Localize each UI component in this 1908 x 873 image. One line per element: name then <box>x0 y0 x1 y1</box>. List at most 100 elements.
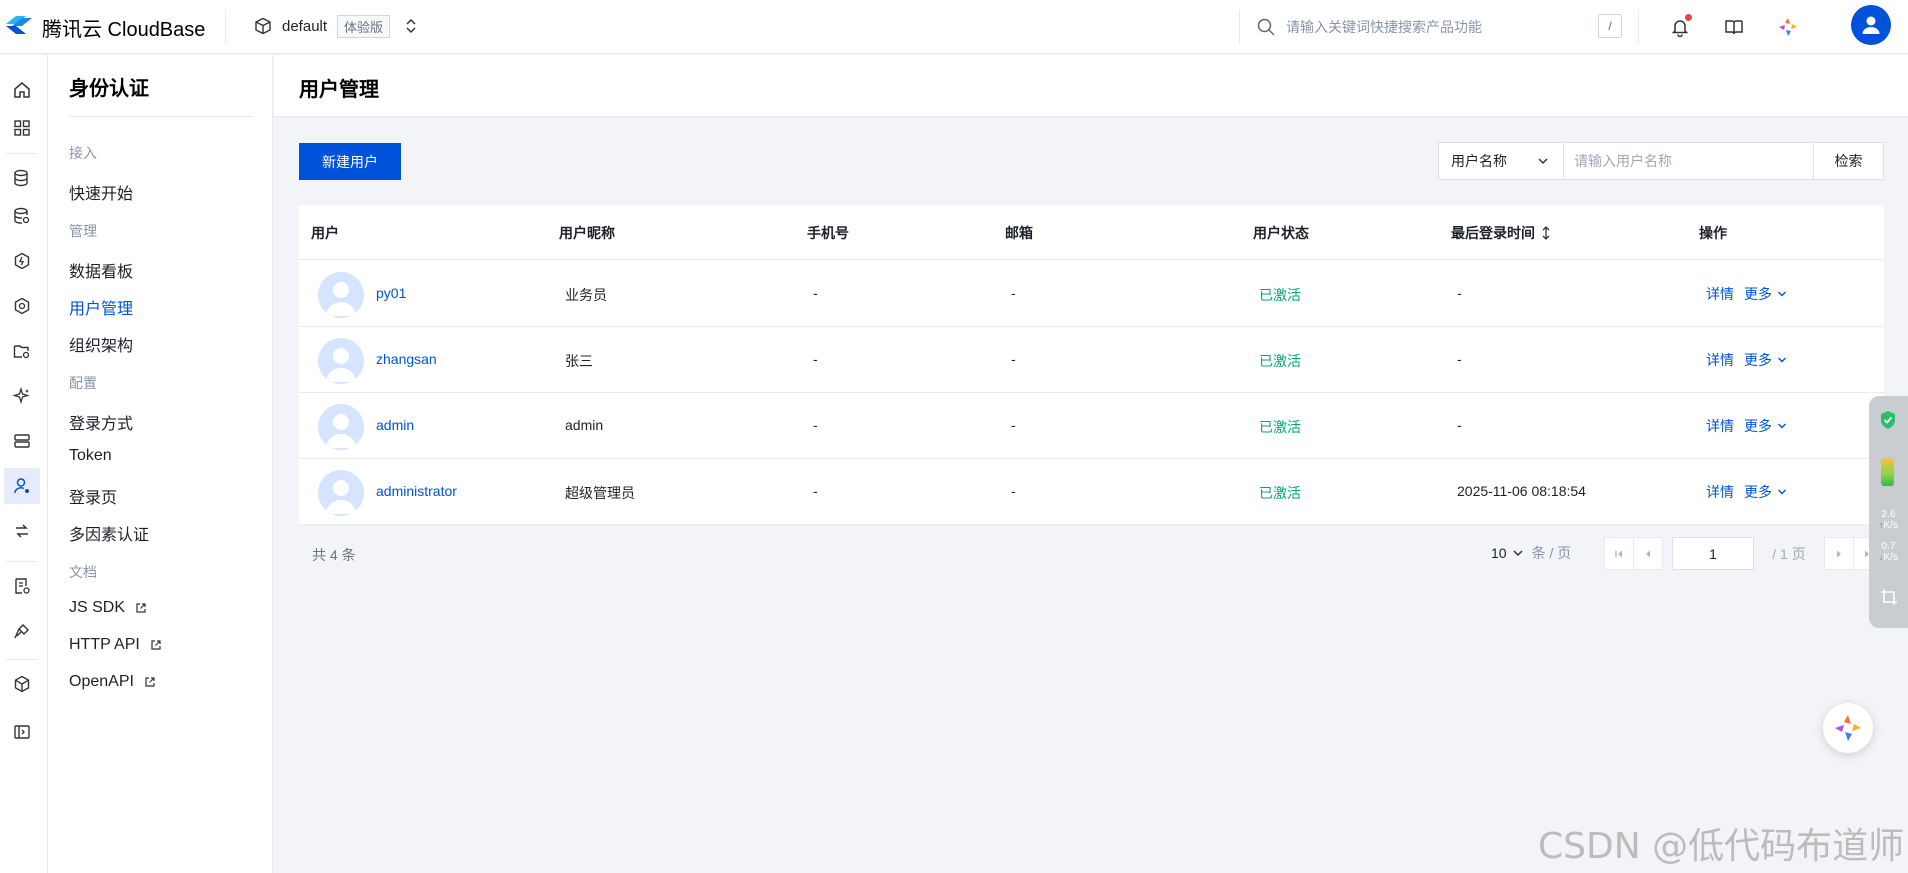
avatar <box>318 404 364 450</box>
first-page-button[interactable] <box>1604 537 1634 570</box>
global-search-input[interactable] <box>1286 19 1586 35</box>
notification-button[interactable] <box>1666 13 1694 41</box>
more-dropdown[interactable]: 更多 <box>1744 284 1787 304</box>
sidebar-item-login-methods[interactable]: 登录方式 <box>69 410 133 434</box>
rail-functions[interactable] <box>4 243 40 279</box>
upload-rate-unit: K/s <box>1883 520 1898 531</box>
sidebar-item-dashboard[interactable]: 数据看板 <box>69 258 133 282</box>
sidebar-item-login-page[interactable]: 登录页 <box>69 484 117 508</box>
more-dropdown[interactable]: 更多 <box>1744 482 1787 502</box>
sidebar-item-mfa[interactable]: 多因素认证 <box>69 521 149 545</box>
grid-icon <box>14 120 30 136</box>
nickname-cell: 超级管理员 <box>565 485 635 501</box>
rail-collapse[interactable] <box>4 714 40 750</box>
chevron-down-icon <box>1778 291 1786 297</box>
pagination: / 1 页 <box>1604 537 1883 570</box>
column-header-last-login[interactable]: 最后登录时间 <box>1451 223 1551 243</box>
sidebar-item-http-api[interactable]: HTTP API <box>69 636 162 654</box>
sidebar-item-js-sdk[interactable]: JS SDK <box>69 599 147 617</box>
status-badge: 已激活 <box>1259 419 1301 435</box>
user-avatar-button[interactable] <box>1851 5 1891 45</box>
detail-link[interactable]: 详情 <box>1706 482 1734 502</box>
user-name-link[interactable]: administrator <box>376 483 457 499</box>
email-cell: - <box>1011 483 1016 499</box>
brand-name[interactable]: 腾讯云 CloudBase <box>42 13 205 42</box>
watermark: CSDN @低代码布道师 <box>1538 826 1905 867</box>
last-login-cell: - <box>1457 285 1462 301</box>
ai-assistant-icon <box>1835 715 1861 741</box>
rail-hosting[interactable] <box>4 423 40 459</box>
prev-page-button[interactable] <box>1633 537 1663 570</box>
sidebar-item-organization[interactable]: 组织架构 <box>69 332 133 356</box>
nickname-cell: admin <box>565 417 604 433</box>
search-icon <box>1257 18 1275 36</box>
rail-cloud-storage[interactable] <box>4 333 40 369</box>
next-page-button[interactable] <box>1824 537 1854 570</box>
more-dropdown[interactable]: 更多 <box>1744 416 1787 436</box>
docs-button[interactable] <box>1720 13 1748 41</box>
rail-logs[interactable] <box>4 568 40 604</box>
caret-right-icon <box>1837 550 1841 557</box>
row-actions: 详情 更多 <box>1706 482 1787 502</box>
rail-database[interactable] <box>4 160 40 196</box>
sidebar-item-token[interactable]: Token <box>69 447 112 465</box>
global-search[interactable] <box>1240 8 1634 46</box>
rail-storage-db[interactable] <box>4 198 40 234</box>
ai-assistant-button[interactable] <box>1774 13 1802 41</box>
rail-settings[interactable] <box>4 666 40 702</box>
top-bar: 腾讯云 CloudBase default 体验版 / <box>0 0 1908 54</box>
more-dropdown[interactable]: 更多 <box>1744 350 1787 370</box>
divider <box>225 10 226 44</box>
email-cell: - <box>1011 351 1016 367</box>
table-row: zhangsan 张三 - - 已激活 - 详情 更多 <box>299 327 1884 393</box>
rail-cloudrun[interactable] <box>4 288 40 324</box>
download-rate-value: 0.7 <box>1881 541 1896 552</box>
sidebar-item-openapi[interactable]: OpenAPI <box>69 673 156 691</box>
sort-icon[interactable] <box>1541 226 1551 240</box>
sidebar-item-quick-start[interactable]: 快速开始 <box>69 180 133 204</box>
filter-field-select[interactable]: 用户名称 <box>1439 143 1564 179</box>
chevron-down-icon <box>1538 158 1548 165</box>
page-size-select[interactable]: 10 条 / 页 <box>1491 543 1571 563</box>
username-search-input[interactable] <box>1564 143 1813 179</box>
group-label-manage: 管理 <box>69 223 97 239</box>
rail-overview[interactable] <box>4 110 40 146</box>
screenshot-icon[interactable] <box>1880 588 1898 606</box>
cloudbase-logo[interactable] <box>4 12 34 38</box>
cube-icon <box>255 17 271 35</box>
user-table: 用户 用户昵称 手机号 邮箱 用户状态 最后登录时间 操作 py01 业务员 -… <box>299 205 1884 525</box>
rail-extensions[interactable] <box>4 613 40 649</box>
sidebar-item-user-management[interactable]: 用户管理 <box>69 295 133 319</box>
filter-field-label: 用户名称 <box>1451 153 1507 169</box>
rail-ai[interactable] <box>4 378 40 414</box>
search-button[interactable]: 检索 <box>1813 143 1883 179</box>
user-name-link[interactable]: admin <box>376 417 414 433</box>
rail-identity[interactable] <box>4 468 40 504</box>
folder-search-icon <box>13 345 30 359</box>
detail-link[interactable]: 详情 <box>1706 416 1734 436</box>
detail-link[interactable]: 详情 <box>1706 350 1734 370</box>
external-link-icon <box>145 677 155 687</box>
phone-cell: - <box>813 417 818 433</box>
status-badge: 已激活 <box>1259 353 1301 369</box>
memory-usage-bar <box>1881 458 1894 486</box>
system-monitor-panel[interactable]: 2.6 ↑K/s 0.7 ↓K/s <box>1869 396 1908 628</box>
new-user-button[interactable]: 新建用户 <box>299 143 401 180</box>
page-number-input[interactable] <box>1672 537 1754 570</box>
user-name-link[interactable]: py01 <box>376 285 406 301</box>
email-cell: - <box>1011 417 1016 433</box>
rail-home[interactable] <box>4 72 40 108</box>
caret-left-icon <box>1646 550 1650 557</box>
detail-link[interactable]: 详情 <box>1706 284 1734 304</box>
divider <box>6 561 38 562</box>
chevron-updown-icon[interactable] <box>404 17 418 35</box>
user-name-link[interactable]: zhangsan <box>376 351 437 367</box>
divider <box>6 153 38 154</box>
env-switcher[interactable]: default 体验版 <box>254 14 418 38</box>
column-header-phone: 手机号 <box>807 225 849 241</box>
sidebar-collapse-icon <box>14 725 30 739</box>
ai-assistant-fab[interactable] <box>1823 703 1873 753</box>
total-count: 共 4 条 <box>312 547 356 563</box>
avatar <box>318 272 364 318</box>
rail-integration[interactable] <box>4 513 40 549</box>
